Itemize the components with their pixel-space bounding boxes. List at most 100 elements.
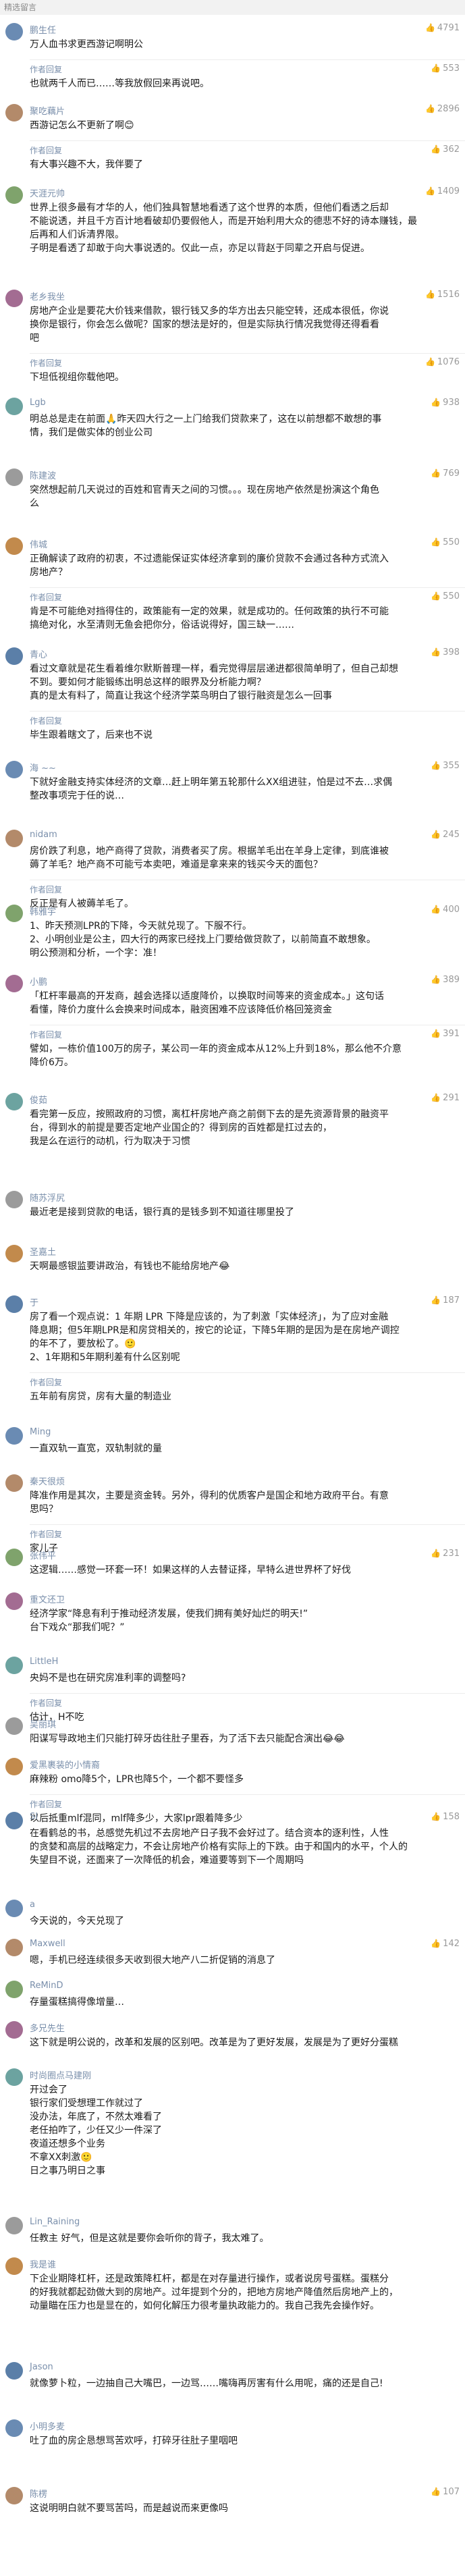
avatar[interactable]: [5, 1474, 23, 1492]
comment-author[interactable]: 张伟平: [30, 1549, 56, 1561]
avatar[interactable]: [5, 1717, 23, 1735]
comment-author[interactable]: nidam: [30, 830, 57, 840]
like-button[interactable]: 👍 389: [431, 975, 460, 985]
like-count: 1076: [437, 357, 460, 367]
avatar[interactable]: [5, 830, 23, 847]
comment-author[interactable]: 老乡我坐: [30, 290, 65, 302]
comment-author[interactable]: 重文还卫: [30, 1592, 65, 1605]
reply-like-button[interactable]: 👍 362: [431, 144, 460, 155]
like-button[interactable]: 👍 142: [431, 1939, 460, 1949]
avatar[interactable]: [5, 2257, 23, 2275]
reply-like-button[interactable]: 👍 1076: [425, 357, 460, 367]
comment-author[interactable]: ReMinD: [30, 1981, 63, 1991]
reply-like-button[interactable]: 👍 550: [431, 591, 460, 601]
avatar[interactable]: [5, 1245, 23, 1262]
comment-author[interactable]: 小鹏: [30, 975, 47, 988]
comment-author[interactable]: 青心: [30, 647, 47, 660]
comment-author[interactable]: 鹏生任: [30, 23, 56, 36]
comment-author[interactable]: Maxwell: [30, 1939, 65, 1949]
comment-author[interactable]: LittleH: [30, 1657, 58, 1667]
avatar[interactable]: [5, 2419, 23, 2437]
reply-divider: [30, 1372, 465, 1373]
like-button[interactable]: 👍 291: [431, 1093, 460, 1103]
avatar[interactable]: [5, 2021, 23, 2039]
avatar[interactable]: [5, 2068, 23, 2086]
thumbs-up-icon: 👍: [425, 290, 435, 299]
like-button[interactable]: 👍 769: [431, 468, 460, 479]
avatar[interactable]: [5, 1295, 23, 1313]
comment-author[interactable]: SI: [30, 1812, 38, 1822]
avatar[interactable]: [5, 1093, 23, 1110]
comment-author[interactable]: 海 ~~: [30, 761, 56, 774]
avatar[interactable]: [5, 1191, 23, 1208]
comment-author[interactable]: Ming: [30, 1427, 51, 1437]
avatar[interactable]: [5, 905, 23, 922]
comment-author[interactable]: 陈建波: [30, 468, 56, 481]
comment-author[interactable]: 时尚圈点马建刚: [30, 2068, 91, 2081]
comment-author[interactable]: 我是谁: [30, 2257, 56, 2270]
avatar[interactable]: [5, 761, 23, 778]
avatar[interactable]: [5, 1939, 23, 1956]
comment-author[interactable]: 小明多麦: [30, 2419, 65, 2432]
avatar[interactable]: [5, 186, 23, 204]
avatar[interactable]: [5, 23, 23, 41]
comment-author[interactable]: 秦天很烦: [30, 1474, 65, 1487]
comment-author[interactable]: 随苏浮尻: [30, 1191, 65, 1204]
like-button[interactable]: 👍 107: [431, 2487, 460, 2497]
comment-author[interactable]: 爱黑裹装的小情裔: [30, 1758, 100, 1771]
comment-author[interactable]: 天涯元帅: [30, 186, 65, 199]
reply-divider: [30, 587, 465, 588]
comment-author[interactable]: 吴丽琪: [30, 1717, 56, 1730]
like-button[interactable]: 👍 2896: [425, 104, 460, 114]
like-button[interactable]: 👍 231: [431, 1549, 460, 1559]
comment-author[interactable]: 俊茹: [30, 1093, 47, 1106]
reply-like-button[interactable]: 👍 553: [431, 63, 460, 74]
comment-author[interactable]: Lin_Raining: [30, 2217, 80, 2227]
thumbs-up-icon: 👍: [431, 591, 441, 601]
avatar[interactable]: [5, 647, 23, 665]
like-button[interactable]: 👍 550: [431, 537, 460, 547]
avatar[interactable]: [5, 975, 23, 992]
avatar[interactable]: [5, 2217, 23, 2234]
avatar[interactable]: [5, 2362, 23, 2380]
like-count: 550: [443, 537, 460, 547]
avatar[interactable]: [5, 1549, 23, 1566]
like-button[interactable]: 👍 158: [431, 1812, 460, 1822]
like-button[interactable]: 👍 4791: [425, 23, 460, 33]
comment-author[interactable]: 聚吃藕片: [30, 104, 65, 117]
avatar[interactable]: [5, 537, 23, 555]
like-button[interactable]: 👍 398: [431, 647, 460, 658]
comment-text-line: 正确解读了政府的初衷，不过遗能保证实体经济拿到的廉价贷款不会通过各种方式流入: [30, 554, 389, 564]
avatar[interactable]: [5, 398, 23, 415]
like-count: 2896: [437, 104, 460, 114]
avatar[interactable]: [5, 104, 23, 122]
comment-author[interactable]: 多兄先生: [30, 2021, 65, 2034]
like-button[interactable]: 👍 938: [431, 398, 460, 408]
avatar[interactable]: [5, 468, 23, 486]
avatar[interactable]: [5, 1657, 23, 1674]
like-button[interactable]: 👍 245: [431, 830, 460, 840]
like-button[interactable]: 👍 355: [431, 761, 460, 771]
avatar[interactable]: [5, 2487, 23, 2504]
comment-author[interactable]: 韩雅宇: [30, 905, 56, 917]
comment-author[interactable]: 圣嘉土: [30, 1245, 56, 1258]
like-button[interactable]: 👍 1516: [425, 290, 460, 300]
like-button[interactable]: 👍 400: [431, 905, 460, 915]
like-button[interactable]: 👍 1409: [425, 186, 460, 196]
comment-author[interactable]: a: [30, 1900, 35, 1910]
reply-like-button[interactable]: 👍 391: [431, 1029, 460, 1039]
avatar[interactable]: [5, 1427, 23, 1445]
comment-text-line: 2、小明创业是公主，四大行的两家已经找上门要给做贷款了，以前简直不敢想象。: [30, 934, 376, 945]
comment-author[interactable]: 伟城: [30, 537, 47, 550]
avatar[interactable]: [5, 290, 23, 307]
comment-author[interactable]: Jason: [30, 2362, 53, 2372]
avatar[interactable]: [5, 1592, 23, 1610]
like-button[interactable]: 👍 187: [431, 1295, 460, 1306]
avatar[interactable]: [5, 1758, 23, 1775]
comment-author[interactable]: 陈楞: [30, 2487, 47, 2500]
comment-author[interactable]: Lgb: [30, 398, 46, 408]
avatar[interactable]: [5, 1812, 23, 1829]
avatar[interactable]: [5, 1900, 23, 1917]
avatar[interactable]: [5, 1981, 23, 1998]
comment-author[interactable]: 于: [30, 1295, 38, 1308]
